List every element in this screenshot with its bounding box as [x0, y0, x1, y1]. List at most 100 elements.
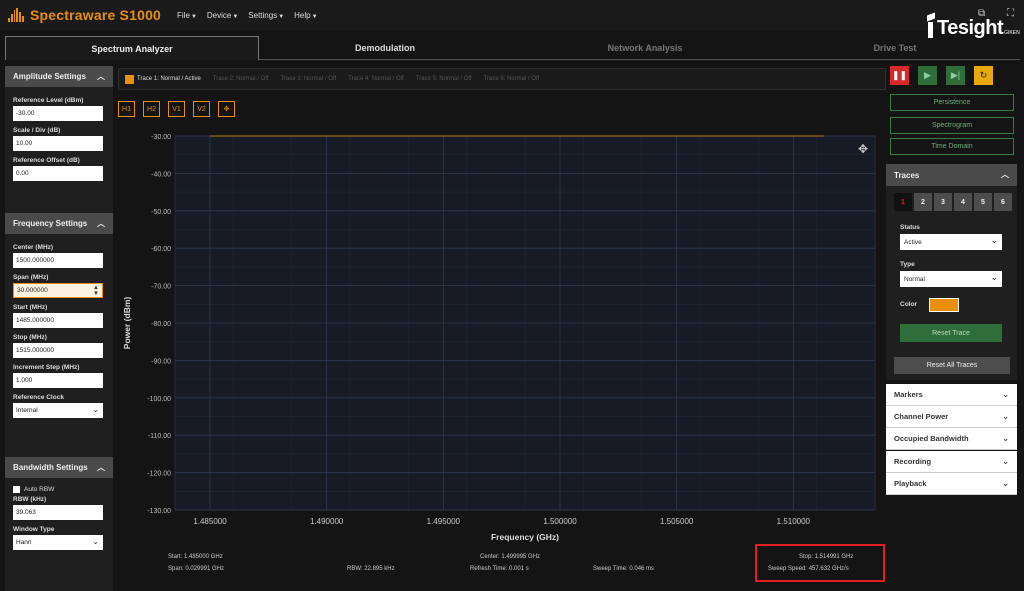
traces-header[interactable]: Traces ︿ [886, 164, 1017, 186]
menu-device[interactable]: Device▼ [207, 11, 238, 20]
ref-clock-select[interactable]: Internal ⌄ [13, 403, 103, 418]
trace-color-picker[interactable] [929, 298, 959, 312]
ref-level-label: Reference Level (dBm) [13, 97, 84, 104]
channel-power-section[interactable]: Channel Power ⌄ [886, 406, 1017, 428]
menu-file[interactable]: File▼ [177, 11, 197, 20]
persistence-button[interactable]: Persistence [890, 94, 1014, 111]
scale-div-input[interactable]: 10.00 [13, 136, 103, 151]
type-select[interactable]: Normal ⌄ [900, 271, 1002, 287]
frequency-settings-header[interactable]: Frequency Settings ︿ [5, 213, 113, 234]
trace-tab-1[interactable]: 1 [894, 193, 912, 211]
spectrum-chart[interactable]: -30.00 -40.00 -50.00 -60.00 -70.00 -80.00 -90.… [118, 128, 884, 580]
h2-cursor-button[interactable]: H2 [143, 101, 160, 117]
channel-power-label: Channel Power [894, 412, 949, 421]
occupied-bandwidth-section[interactable]: Occupied Bandwidth ⌄ [886, 428, 1017, 450]
highlight-box [755, 544, 885, 582]
amplitude-settings-header[interactable]: Amplitude Settings ︿ [5, 66, 113, 87]
ref-offset-input[interactable]: 0.00 [13, 166, 103, 181]
tab-spectrum-analyzer[interactable]: Spectrum Analyzer [5, 36, 259, 60]
rbw-input[interactable]: 39.063 [13, 505, 103, 520]
trace-2-status[interactable]: Trace 2: Normal / Off [213, 76, 269, 82]
auto-reset-icon[interactable]: ↻ [974, 66, 993, 85]
chevron-down-icon: ⌄ [990, 272, 998, 282]
chevron-down-icon: ⌄ [92, 537, 99, 546]
trace-status-bar: Trace 1: Normal / Active Trace 2: Normal… [118, 68, 886, 90]
v2-cursor-button[interactable]: V2 [193, 101, 210, 117]
y-axis-label: Power (dBm) [122, 297, 132, 350]
main-tabs: Spectrum Analyzer Demodulation Network A… [5, 36, 1020, 60]
y-tick-label: -110.00 [148, 433, 171, 440]
frequency-settings-body: Center (MHz) 1500.000000 Span (MHz) 30.0… [5, 234, 113, 457]
trace-6-status[interactable]: Trace 6: Normal / Off [484, 76, 540, 82]
chevron-up-icon: ︿ [1001, 170, 1009, 179]
span-input[interactable]: 30.000000 ▲ ▼ [13, 283, 103, 298]
trace-3-status[interactable]: Trace 3: Normal / Off [280, 76, 336, 82]
h1-cursor-button[interactable]: H1 [118, 101, 135, 117]
play-icon[interactable]: ▶ [918, 66, 937, 85]
recording-label: Recording [894, 457, 932, 466]
bandwidth-settings-header[interactable]: Bandwidth Settings ︿ [5, 457, 113, 478]
y-tick-label: -70.00 [151, 284, 171, 291]
auto-rbw-checkbox[interactable]: Auto RBW [13, 486, 105, 493]
amplitude-settings-body: Reference Level (dBm) -30.00 Scale / Div… [5, 87, 113, 213]
spectrogram-button[interactable]: Spectrogram [890, 117, 1014, 134]
increment-input[interactable]: 1.000 [13, 373, 103, 388]
y-tick-label: -80.00 [151, 321, 171, 328]
chevron-down-icon: ⌄ [1002, 412, 1009, 421]
reset-all-traces-button[interactable]: Reset All Traces [894, 357, 1010, 374]
recording-section[interactable]: Recording ⌄ [886, 451, 1017, 473]
trace-tab-4[interactable]: 4 [954, 193, 972, 211]
window-type-select[interactable]: Hann ⌄ [13, 535, 103, 550]
trace-tab-2[interactable]: 2 [914, 193, 932, 211]
status-select[interactable]: Active ⌄ [900, 234, 1002, 250]
stop-label: Stop (MHz) [13, 334, 47, 341]
markers-section[interactable]: Markers ⌄ [886, 384, 1017, 406]
x-axis-label: Frequency (GHz) [491, 532, 559, 542]
spinner-icon[interactable]: ▲ ▼ [93, 285, 99, 297]
center-input[interactable]: 1500.000000 [13, 253, 103, 268]
time-domain-button[interactable]: Time Domain [890, 138, 1014, 155]
menu-bar: File▼ Device▼ Settings▼ Help▼ [177, 11, 318, 20]
stop-input[interactable]: 1515.000000 [13, 343, 103, 358]
spectrum-plot[interactable]: -30.00 -40.00 -50.00 -60.00 -70.00 -80.00 -90.… [118, 128, 884, 580]
tab-drive-test[interactable]: Drive Test [825, 36, 965, 60]
chevron-up-icon: ︿ [97, 463, 105, 472]
pause-icon[interactable]: ❚❚ [890, 66, 909, 85]
window-type-label: Window Type [13, 526, 55, 533]
tab-network-analysis[interactable]: Network Analysis [565, 36, 725, 60]
tab-demodulation[interactable]: Demodulation [305, 36, 465, 60]
checkbox-box[interactable] [13, 486, 20, 493]
v1-cursor-button[interactable]: V1 [168, 101, 185, 117]
trace-4-status[interactable]: Trace 4: Normal / Off [348, 76, 404, 82]
status-value: Active [904, 238, 922, 246]
trace-tab-3[interactable]: 3 [934, 193, 952, 211]
ref-level-input[interactable]: -30.00 [13, 106, 103, 121]
menu-help[interactable]: Help▼ [294, 11, 317, 20]
trace-tab-6[interactable]: 6 [994, 193, 1012, 211]
status-label: Status [900, 224, 920, 231]
type-label: Type [900, 261, 915, 268]
acquisition-controls: ❚❚ ▶ ▶| ↻ [890, 66, 993, 85]
playback-section[interactable]: Playback ⌄ [886, 473, 1017, 495]
trace-color-swatch [125, 74, 134, 84]
type-value: Normal [904, 275, 925, 283]
trace-selector: 1 2 3 4 5 6 [894, 193, 1012, 211]
trace-1-status[interactable]: Trace 1: Normal / Active [125, 74, 201, 84]
menu-settings[interactable]: Settings▼ [248, 11, 284, 20]
auto-rbw-label: Auto RBW [24, 486, 55, 493]
color-label: Color [900, 301, 917, 308]
move-cursor-icon[interactable]: ✥ [218, 101, 235, 117]
x-tick-label: 1.485000 [193, 517, 227, 526]
span-value: 30.000000 [17, 287, 48, 294]
reset-trace-button[interactable]: Reset Trace [900, 324, 1002, 342]
ref-offset-label: Reference Offset (dB) [13, 157, 80, 164]
chevron-down-icon: ⌄ [1002, 479, 1009, 488]
pan-icon[interactable]: ✥ [858, 142, 868, 156]
trace-5-status[interactable]: Trace 5: Normal / Off [416, 76, 472, 82]
trace-tab-5[interactable]: 5 [974, 193, 992, 211]
chevron-down-icon: ⌄ [990, 235, 998, 245]
span-label: Span (MHz) [13, 274, 49, 281]
start-input[interactable]: 1485.000000 [13, 313, 103, 328]
x-tick-label: 1.490000 [310, 517, 344, 526]
single-sweep-icon[interactable]: ▶| [946, 66, 965, 85]
